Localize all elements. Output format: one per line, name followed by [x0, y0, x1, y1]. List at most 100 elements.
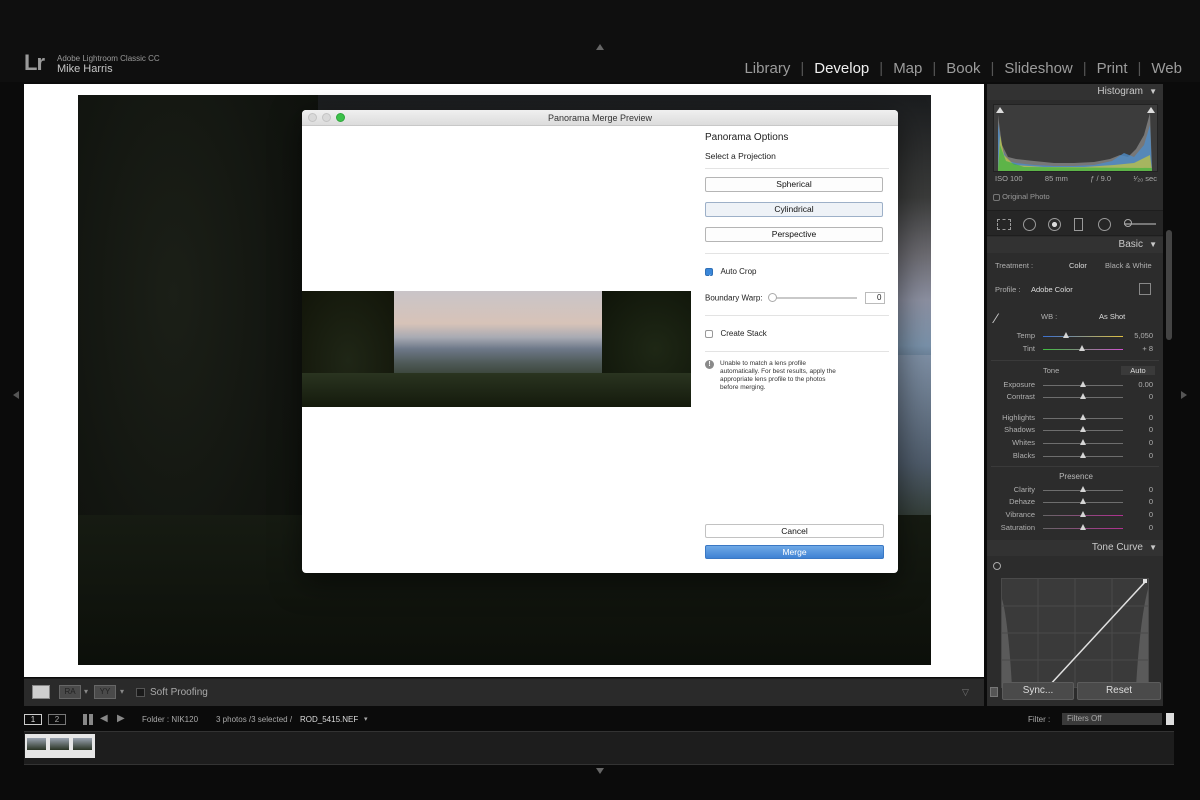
- loupe-view-button[interactable]: [32, 685, 50, 699]
- collapse-left-icon[interactable]: [13, 391, 19, 399]
- shadow-clipping-icon[interactable]: [996, 107, 1004, 113]
- saturation-value[interactable]: 0: [1149, 523, 1153, 532]
- profile-browser-icon[interactable]: [1139, 283, 1151, 295]
- clarity-value[interactable]: 0: [1149, 485, 1153, 494]
- vibrance-value[interactable]: 0: [1149, 510, 1153, 519]
- auto-crop-checkbox[interactable]: [705, 267, 713, 276]
- tone-curve-header[interactable]: Tone Curve ▼: [987, 540, 1163, 556]
- module-web[interactable]: Web: [1141, 60, 1182, 77]
- thumbnail[interactable]: [49, 737, 70, 751]
- dehaze-knob[interactable]: [1080, 498, 1086, 504]
- highlight-clipping-icon[interactable]: [1147, 107, 1155, 113]
- module-library[interactable]: Library: [734, 60, 800, 77]
- treatment-color-option[interactable]: Color: [1069, 261, 1087, 270]
- saturation-slider[interactable]: Saturation 0: [993, 523, 1159, 535]
- treatment-bw-option[interactable]: Black & White: [1105, 261, 1152, 270]
- tint-knob[interactable]: [1079, 345, 1085, 351]
- blacks-value[interactable]: 0: [1149, 451, 1153, 460]
- whites-knob[interactable]: [1080, 439, 1086, 445]
- filter-lock-icon[interactable]: [1166, 713, 1174, 725]
- forward-arrow-icon[interactable]: ▶: [117, 713, 125, 724]
- profile-dropdown[interactable]: Adobe Color: [1031, 285, 1073, 294]
- boundary-warp-field[interactable]: 0: [865, 291, 886, 304]
- module-book[interactable]: Book: [936, 60, 990, 77]
- boundary-warp-knob[interactable]: [767, 292, 777, 302]
- graduated-filter-icon[interactable]: [1074, 218, 1083, 231]
- before-after-lr-button[interactable]: RA: [59, 685, 81, 699]
- thumbnail[interactable]: [26, 737, 47, 751]
- collapse-top-icon[interactable]: [596, 44, 604, 50]
- basic-header[interactable]: Basic ▼: [987, 237, 1163, 253]
- clarity-slider[interactable]: Clarity 0: [993, 485, 1159, 497]
- exposure-slider[interactable]: Exposure 0.00: [993, 380, 1159, 392]
- whites-value[interactable]: 0: [1149, 438, 1153, 447]
- highlights-knob[interactable]: [1080, 414, 1086, 420]
- crop-icon[interactable]: [997, 219, 1011, 230]
- histogram-header[interactable]: Histogram ▼: [987, 84, 1163, 100]
- collapse-right-icon[interactable]: [1181, 391, 1187, 399]
- before-after-tb-button[interactable]: YY: [94, 685, 116, 699]
- radial-filter-icon[interactable]: [1098, 218, 1111, 231]
- targeted-adjustment-icon[interactable]: [993, 562, 1001, 570]
- highlights-value[interactable]: 0: [1149, 413, 1153, 422]
- dehaze-value[interactable]: 0: [1149, 497, 1153, 506]
- temp-knob[interactable]: [1063, 332, 1069, 338]
- perspective-button[interactable]: Perspective: [705, 227, 883, 242]
- contrast-knob[interactable]: [1080, 393, 1086, 399]
- module-print[interactable]: Print: [1087, 60, 1138, 77]
- contrast-slider[interactable]: Contrast 0: [993, 392, 1159, 404]
- temp-value[interactable]: 5,050: [1134, 331, 1153, 340]
- auto-tone-button[interactable]: Auto: [1121, 366, 1155, 375]
- tint-value[interactable]: + 8: [1142, 344, 1153, 353]
- module-map[interactable]: Map: [883, 60, 932, 77]
- boundary-warp-slider[interactable]: [767, 292, 857, 302]
- blacks-knob[interactable]: [1080, 452, 1086, 458]
- soft-proofing-checkbox[interactable]: [136, 688, 145, 697]
- reset-button[interactable]: Reset: [1077, 682, 1161, 700]
- clarity-knob[interactable]: [1080, 486, 1086, 492]
- tint-slider[interactable]: Tint + 8: [993, 344, 1159, 356]
- grid-view-icon[interactable]: [83, 714, 94, 725]
- cylindrical-button[interactable]: Cylindrical: [705, 202, 883, 217]
- secondary-window-button[interactable]: 2: [48, 714, 66, 725]
- contrast-value[interactable]: 0: [1149, 392, 1153, 401]
- shadows-slider[interactable]: Shadows 0: [993, 425, 1159, 437]
- vibrance-slider[interactable]: Vibrance 0: [993, 510, 1159, 522]
- panel-switch-icon[interactable]: [990, 687, 998, 697]
- spot-removal-icon[interactable]: [1023, 218, 1036, 231]
- chevron-down-icon[interactable]: ▾: [84, 687, 88, 696]
- tone-curve-graph[interactable]: [1001, 578, 1149, 688]
- temp-track[interactable]: [1043, 336, 1123, 337]
- highlights-slider[interactable]: Highlights 0: [993, 413, 1159, 425]
- exposure-value[interactable]: 0.00: [1138, 380, 1153, 389]
- shadows-value[interactable]: 0: [1149, 425, 1153, 434]
- primary-window-button[interactable]: 1: [24, 714, 42, 725]
- whites-slider[interactable]: Whites 0: [993, 438, 1159, 450]
- merge-button[interactable]: Merge: [705, 545, 884, 559]
- thumbnail[interactable]: [72, 737, 93, 751]
- folder-label[interactable]: Folder : NIK120: [142, 715, 198, 724]
- panel-scrollbar[interactable]: [1166, 230, 1172, 340]
- current-filename[interactable]: ROD_5415.NEF: [300, 715, 358, 724]
- toolbar-menu-icon[interactable]: ▽: [962, 687, 969, 698]
- cancel-button[interactable]: Cancel: [705, 524, 884, 538]
- wb-dropdown[interactable]: As Shot: [1099, 312, 1125, 321]
- blacks-slider[interactable]: Blacks 0: [993, 451, 1159, 463]
- collapse-bottom-icon[interactable]: [596, 768, 604, 774]
- zoom-window-icon[interactable]: [336, 113, 345, 122]
- red-eye-icon[interactable]: [1048, 218, 1061, 231]
- temp-slider[interactable]: Temp 5,050: [993, 331, 1159, 343]
- exposure-knob[interactable]: [1080, 381, 1086, 387]
- dehaze-slider[interactable]: Dehaze 0: [993, 497, 1159, 509]
- create-stack-checkbox[interactable]: [705, 329, 713, 338]
- sync-button[interactable]: Sync...: [1002, 682, 1074, 700]
- shadows-knob[interactable]: [1080, 426, 1086, 432]
- saturation-knob[interactable]: [1080, 524, 1086, 530]
- chevron-down-icon[interactable]: ▾: [120, 687, 124, 696]
- close-window-icon[interactable]: [308, 113, 317, 122]
- back-arrow-icon[interactable]: ◀: [100, 713, 108, 724]
- spherical-button[interactable]: Spherical: [705, 177, 883, 192]
- vibrance-knob[interactable]: [1080, 511, 1086, 517]
- chevron-down-icon[interactable]: ▾: [364, 715, 368, 723]
- minimize-window-icon[interactable]: [322, 113, 331, 122]
